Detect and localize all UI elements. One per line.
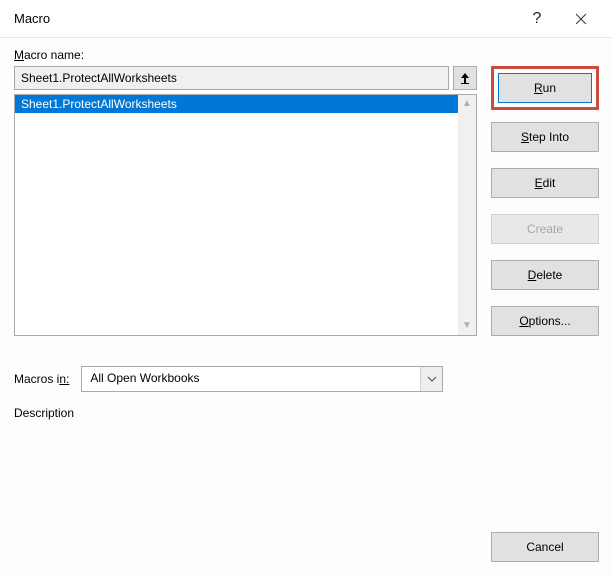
close-icon bbox=[575, 13, 587, 25]
macros-in-select[interactable]: All Open Workbooks bbox=[81, 366, 443, 392]
macro-dialog: Macro ? Macro name: bbox=[0, 0, 613, 576]
help-button[interactable]: ? bbox=[515, 4, 559, 34]
edit-button[interactable]: Edit bbox=[491, 168, 599, 198]
chevron-down-icon bbox=[427, 376, 437, 382]
run-highlight: Run bbox=[491, 66, 599, 110]
close-button[interactable] bbox=[559, 4, 603, 34]
cancel-button[interactable]: Cancel bbox=[491, 532, 599, 562]
macro-list[interactable]: Sheet1.ProtectAllWorksheets ▲ ▼ bbox=[14, 94, 477, 336]
macros-in-label: Macros in: bbox=[14, 372, 69, 386]
go-to-button[interactable] bbox=[453, 66, 477, 90]
list-item[interactable]: Sheet1.ProtectAllWorksheets bbox=[15, 95, 458, 113]
dropdown-arrow[interactable] bbox=[420, 367, 442, 391]
up-arrow-icon bbox=[459, 72, 471, 84]
step-into-button[interactable]: Step Into bbox=[491, 122, 599, 152]
macro-name-input[interactable] bbox=[14, 66, 449, 90]
titlebar: Macro ? bbox=[0, 0, 613, 38]
delete-button[interactable]: Delete bbox=[491, 260, 599, 290]
scrollbar[interactable]: ▲ ▼ bbox=[458, 95, 476, 335]
description-label: Description bbox=[14, 406, 599, 420]
macro-name-label: Macro name: bbox=[14, 48, 477, 62]
scroll-up-icon: ▲ bbox=[462, 99, 472, 109]
macros-in-value: All Open Workbooks bbox=[82, 367, 420, 391]
options-button[interactable]: Options... bbox=[491, 306, 599, 336]
window-title: Macro bbox=[14, 11, 515, 26]
create-button: Create bbox=[491, 214, 599, 244]
run-button[interactable]: Run bbox=[498, 73, 592, 103]
scroll-down-icon: ▼ bbox=[462, 321, 472, 331]
